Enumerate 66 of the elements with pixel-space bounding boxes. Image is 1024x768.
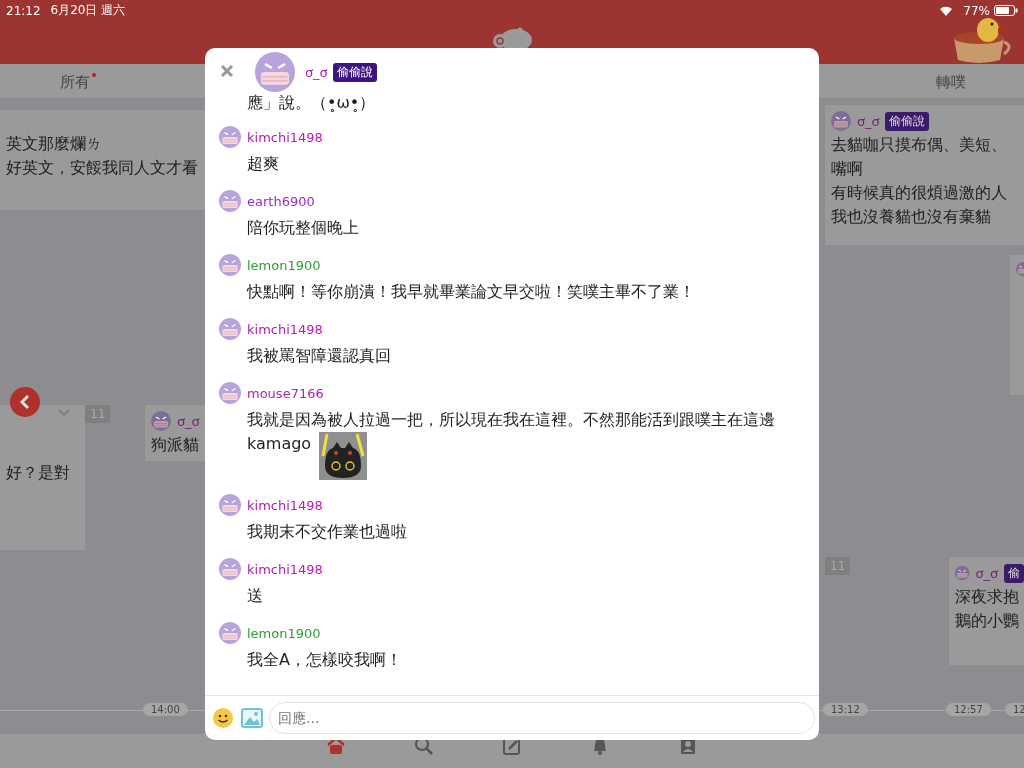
post-text: 深夜求抱 <box>955 586 1020 608</box>
avatar-icon <box>219 190 241 212</box>
response-text: 我期末不交作業也過啦 <box>247 522 407 541</box>
username: kimchi1498 <box>247 321 323 337</box>
post-text: 英文那麼爛ㄌ <box>6 133 103 155</box>
username: ơ_ơ <box>305 64 328 80</box>
whisper-badge: 偷 <box>1004 563 1024 583</box>
post-text: 好？是對 <box>6 462 71 484</box>
username: lemon1900 <box>247 625 321 641</box>
avatar-icon <box>831 111 851 131</box>
avatar-icon <box>955 563 970 583</box>
time-marker: 12:57 <box>946 703 991 716</box>
avatar-icon <box>219 318 241 340</box>
reply-field[interactable]: 回應... <box>269 702 815 734</box>
plurk-text: 應」說。（•̥ω•̥） <box>247 92 377 114</box>
avatar-icon <box>255 52 295 92</box>
close-icon <box>220 64 234 78</box>
unread-dot <box>92 73 96 77</box>
wifi-icon <box>939 5 954 16</box>
status-date: 6月20日 週六 <box>50 2 126 19</box>
time-marker: 13:12 <box>823 703 868 716</box>
post-text: 好英文，安餒我同人文才看 <box>6 157 199 179</box>
back-button[interactable] <box>10 387 40 417</box>
post-text: 鵝的小鸚 <box>955 610 1020 632</box>
avatar-icon <box>219 126 241 148</box>
whisper-badge: 偷偷說 <box>885 111 930 131</box>
emoji-button[interactable] <box>213 708 233 728</box>
username: mouse7166 <box>247 385 324 401</box>
whisper-badge: 偷偷說 <box>333 62 378 82</box>
post-text: 狗派貓 <box>151 434 200 456</box>
avatar-icon <box>219 494 241 516</box>
username: earth6900 <box>247 193 315 209</box>
close-button[interactable] <box>219 64 235 80</box>
response-text: 我被罵智障還認真回 <box>247 346 391 365</box>
response-text: 陪你玩整個晚上 <box>247 218 359 237</box>
chevron-left-icon <box>19 395 31 409</box>
username: ơ_ơ <box>177 413 200 429</box>
smiley-icon <box>213 708 233 728</box>
post-text: 去貓咖只摸布偶、美短、 <box>831 134 1008 156</box>
time-marker: 14:00 <box>143 703 188 716</box>
avatar-icon <box>151 411 171 431</box>
battery-icon <box>994 5 1018 16</box>
post-text: 有時候真的很煩過激的人 <box>831 182 1008 204</box>
response-text: 快點啊！等你崩潰！我早就畢業論文早交啦！笑噗主畢不了業！ <box>247 282 695 301</box>
avatar-icon <box>219 382 241 404</box>
response-text: 超爽 <box>247 154 279 173</box>
username: kimchi1498 <box>247 129 323 145</box>
response-text: 我就是因為被人拉過一把，所以現在我在這裡。不然那能活到跟噗主在這邊kamago <box>247 410 775 453</box>
avatar-icon <box>219 558 241 580</box>
username: kimchi1498 <box>247 497 323 513</box>
username: lemon1900 <box>247 257 321 273</box>
image-icon <box>241 708 263 728</box>
username: kimchi1498 <box>247 561 323 577</box>
battery-percent: 77% <box>963 3 990 18</box>
response-text: 我全A，怎樣咬我啊！ <box>247 650 402 669</box>
feed-tab[interactable]: 轉噗 <box>932 71 970 94</box>
username: ơ_ơ <box>857 113 880 129</box>
username: ơ_ơ <box>975 565 998 581</box>
avatar-icon <box>219 254 241 276</box>
status-time: 21:12 <box>6 3 41 18</box>
time-marker: 12 <box>1005 703 1024 716</box>
post-text: 我也沒養貓也沒有棄貓 <box>831 206 992 228</box>
avatar-icon <box>219 622 241 644</box>
response-text: 送 <box>247 586 263 605</box>
feed-tab[interactable]: 所有 <box>56 71 94 94</box>
post-text: 嘴啊 <box>831 158 864 180</box>
